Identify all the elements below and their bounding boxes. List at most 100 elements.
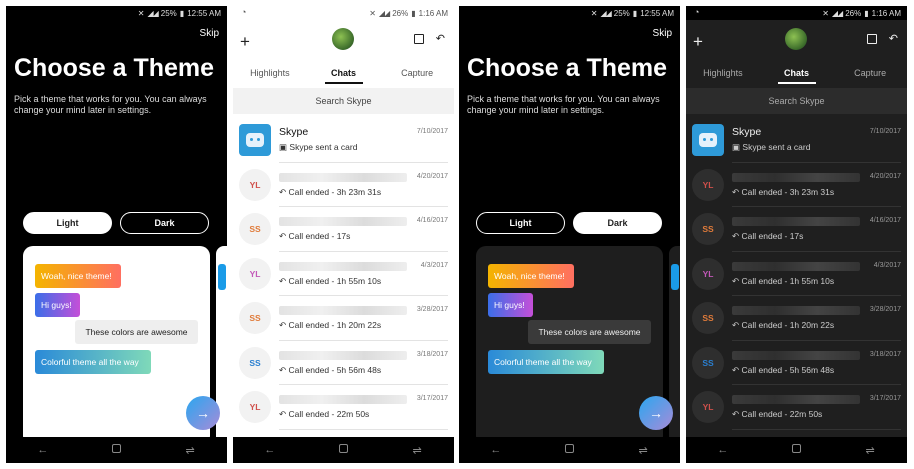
- back-icon[interactable]: ←: [481, 444, 511, 456]
- search-input[interactable]: Search Skype: [686, 88, 907, 114]
- recent-apps-icon[interactable]: ⇌: [855, 444, 885, 457]
- chat-preview: ↶ Call ended - 17s: [279, 231, 350, 242]
- contact-name: Skype: [732, 126, 762, 138]
- chat-preview: ▣ Skype sent a card: [279, 142, 357, 153]
- chat-date: 4/20/2017: [416, 172, 448, 180]
- battery-percent: 25%: [160, 8, 177, 18]
- light-theme-button[interactable]: Light: [23, 212, 112, 234]
- home-icon[interactable]: [781, 444, 811, 456]
- recent-apps-icon[interactable]: ⇌: [402, 444, 432, 457]
- home-icon[interactable]: [328, 444, 358, 456]
- status-time: 12:55 AM: [187, 8, 221, 18]
- contacts-icon[interactable]: [414, 34, 424, 44]
- status-bar: ◔ ✕ ◢◢ 26% ▮ 1:16 AM: [233, 6, 454, 20]
- message-bubble: Hi guys!: [488, 293, 533, 317]
- redacted-contact-name: [279, 172, 407, 182]
- status-time: 1:16 AM: [418, 8, 448, 18]
- chat-list-item[interactable]: YL 3/17/2017 ↶ Call ended - 22m 50s: [233, 385, 454, 430]
- mute-icon: ✕: [590, 8, 598, 18]
- tab-highlights[interactable]: Highlights: [686, 66, 760, 90]
- home-icon[interactable]: [101, 444, 131, 456]
- chat-list: Skype 7/10/2017 ▣ Skype sent a card YL 4/20/…: [686, 118, 907, 430]
- status-bar: ✕ ◢◢ 25% ▮ 12:55 AM: [459, 6, 680, 20]
- tab-capture[interactable]: Capture: [833, 66, 907, 90]
- back-icon[interactable]: ←: [255, 444, 285, 456]
- plus-icon[interactable]: +: [693, 32, 703, 52]
- skype-bot-avatar: [692, 124, 724, 156]
- skype-notification-icon: ◔: [694, 7, 700, 17]
- app-header: + ↶: [686, 20, 907, 70]
- chat-preview: ↶ Call ended - 1h 55m 10s: [279, 276, 381, 287]
- mute-icon: ✕: [369, 8, 376, 18]
- redacted-contact-name: [732, 217, 860, 226]
- battery-icon: ▮: [864, 8, 869, 18]
- chat-list-item[interactable]: SS 3/28/2017 ↶ Call ended - 1h 20m 22s: [233, 296, 454, 341]
- chat-list-item[interactable]: YL 4/20/2017 ↶ Call ended - 3h 23m 31s: [233, 163, 454, 207]
- chat-list-item[interactable]: YL 4/3/2017 ↶ Call ended - 1h 55m 10s: [686, 252, 907, 296]
- chat-preview-text: Skype sent a card: [289, 142, 358, 152]
- chat-list-item[interactable]: YL 4/3/2017 ↶ Call ended - 1h 55m 10s: [233, 252, 454, 296]
- theme-chooser-light-screen: ✕ ◢◢ 25% ▮ 12:55 AM Skip Choose a Theme …: [6, 6, 227, 463]
- avatar: SS: [692, 346, 724, 379]
- skip-button[interactable]: Skip: [653, 28, 672, 39]
- avatar[interactable]: [785, 28, 807, 50]
- recent-apps-icon[interactable]: ⇌: [628, 444, 658, 457]
- chat-date: 3/18/2017: [416, 350, 448, 358]
- light-theme-button[interactable]: Light: [476, 212, 565, 234]
- avatar: SS: [239, 302, 271, 334]
- recent-apps-icon[interactable]: ⇌: [175, 444, 205, 457]
- avatar: YL: [239, 257, 271, 290]
- chat-list-item[interactable]: Skype 7/10/2017 ▣ Skype sent a card: [233, 118, 454, 163]
- chat-date: 4/20/2017: [869, 172, 901, 180]
- dark-theme-button[interactable]: Dark: [120, 212, 209, 234]
- signal-icon: ◢◢: [600, 8, 611, 18]
- redacted-contact-name: [279, 217, 407, 226]
- tab-chats[interactable]: Chats: [307, 66, 381, 90]
- call-icon[interactable]: ↶: [889, 32, 898, 45]
- next-arrow-button[interactable]: →: [186, 396, 220, 430]
- plus-icon[interactable]: +: [240, 32, 250, 52]
- chat-preview-text: Call ended - 17s: [741, 231, 804, 241]
- call-icon[interactable]: ↶: [436, 32, 445, 45]
- chat-date: 7/10/2017: [869, 128, 901, 135]
- back-icon[interactable]: ←: [28, 444, 58, 456]
- home-icon[interactable]: [554, 444, 584, 456]
- chat-list-item[interactable]: SS 3/18/2017 ↶ Call ended - 5h 56m 48s: [233, 341, 454, 385]
- tab-highlights[interactable]: Highlights: [233, 66, 307, 90]
- chat-preview: ↶ Call ended - 5h 56m 48s: [279, 365, 381, 376]
- chat-list-item[interactable]: SS 3/28/2017 ↶ Call ended - 1h 20m 22s: [686, 296, 907, 341]
- battery-percent: 26%: [845, 8, 862, 18]
- message-bubble: Woah, nice theme!: [35, 264, 121, 288]
- next-arrow-button[interactable]: →: [639, 396, 673, 430]
- battery-icon: ▮: [632, 8, 638, 18]
- contact-name: Skype: [279, 126, 309, 138]
- avatar[interactable]: [332, 28, 354, 50]
- dark-theme-button[interactable]: Dark: [573, 212, 662, 234]
- message-bubble: Colorful theme all the way: [35, 350, 151, 374]
- chat-list-item[interactable]: YL 3/17/2017 ↶ Call ended - 22m 50s: [686, 385, 907, 430]
- divider: [279, 428, 448, 430]
- chat-preview: ↶ Call ended - 3h 23m 31s: [279, 187, 381, 198]
- chat-preview-text: Call ended - 22m 50s: [741, 409, 823, 419]
- bot-face-icon: [699, 133, 717, 147]
- chat-list-item[interactable]: SS 4/16/2017 ↶ Call ended - 17s: [233, 207, 454, 252]
- chat-list-item[interactable]: Skype 7/10/2017 ▣ Skype sent a card: [686, 118, 907, 163]
- tab-chats[interactable]: Chats: [760, 66, 834, 90]
- tab-capture[interactable]: Capture: [380, 66, 454, 90]
- avatar: SS: [239, 346, 271, 379]
- theme-preview-card: Woah, nice theme! Hi guys! These colors …: [23, 246, 210, 446]
- skip-button[interactable]: Skip: [200, 28, 219, 39]
- message-bubble: These colors are awesome: [75, 320, 198, 344]
- message-bubble: Hi guys!: [35, 293, 80, 317]
- android-nav-bar: ← ⇌: [233, 437, 454, 463]
- chat-preview-text: Call ended - 3h 23m 31s: [741, 186, 835, 197]
- contacts-icon[interactable]: [867, 34, 877, 44]
- back-icon[interactable]: ←: [708, 444, 738, 456]
- chats-light-screen: ◔ ✕ ◢◢ 26% ▮ 1:16 AM + ↶ Highlights Chat…: [233, 6, 454, 463]
- chat-list-item[interactable]: SS 4/16/2017 ↶ Call ended - 17s: [686, 207, 907, 252]
- search-input[interactable]: Search Skype: [233, 88, 454, 114]
- redacted-contact-name: [732, 306, 860, 315]
- chat-date: 3/28/2017: [416, 306, 448, 313]
- chat-list-item[interactable]: YL 4/20/2017 ↶ Call ended - 3h 23m 31s: [686, 163, 907, 207]
- chat-list-item[interactable]: SS 3/18/2017 ↶ Call ended - 5h 56m 48s: [686, 341, 907, 385]
